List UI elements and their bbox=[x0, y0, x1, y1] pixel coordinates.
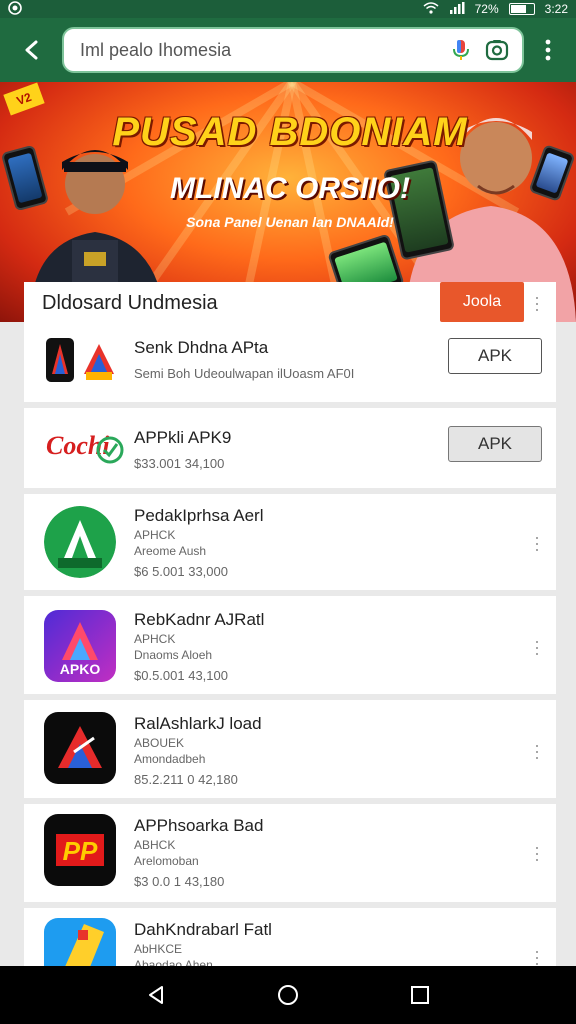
app-sub2: Arelomoban bbox=[134, 854, 199, 868]
apk-button[interactable]: APK bbox=[448, 426, 542, 462]
app-sub: APHCK bbox=[134, 528, 176, 542]
cochi-icon: Cochi bbox=[44, 422, 126, 468]
battery-icon bbox=[508, 3, 535, 15]
header-more-icon[interactable]: · · · bbox=[532, 288, 542, 318]
more-options-icon[interactable]: · · · bbox=[532, 528, 542, 558]
battery-text: 72% bbox=[474, 2, 499, 16]
app-sub2: Areome Aush bbox=[134, 544, 207, 558]
banner-subtitle: MLINAC ORSIIO! bbox=[170, 172, 410, 205]
back-arrow-icon bbox=[25, 40, 38, 60]
list-item[interactable]: Senk Dhdna APta Semi Boh Udeoulwapan ilU… bbox=[24, 324, 556, 402]
black-a-icon bbox=[44, 712, 116, 784]
app-name: APPkli APK9 bbox=[134, 428, 232, 447]
install-button[interactable]: Joola bbox=[440, 282, 524, 322]
app-meta: $0.5.001 43,100 bbox=[134, 668, 228, 683]
app-name: RebKadnr AJRatl bbox=[134, 610, 265, 629]
app-sub2: Dnaoms Aloeh bbox=[134, 648, 213, 662]
app-meta: Semi Boh Udeoulwapan ilUoasm AF0I bbox=[134, 366, 355, 381]
more-options-icon[interactable]: · · · bbox=[532, 736, 542, 766]
bundle-icon bbox=[44, 336, 122, 384]
app-sub2: Amondadbeh bbox=[134, 752, 206, 766]
app-sub2: Abaodao Ahen bbox=[134, 958, 213, 966]
app-name: RalAshlarkJ load bbox=[134, 714, 262, 733]
list-header-card: Dldosard Undmesia Joola · · · bbox=[24, 282, 556, 324]
app-name: Senk Dhdna APta bbox=[134, 338, 269, 357]
svg-text:APKO: APKO bbox=[60, 661, 101, 677]
app-name: PedakIprhsa Aerl bbox=[134, 506, 264, 525]
app-meta: $6 5.001 33,000 bbox=[134, 564, 228, 579]
app-name: DahKndrabarl Fatl bbox=[134, 920, 272, 939]
wifi-icon bbox=[423, 1, 439, 17]
nav-back-icon[interactable] bbox=[136, 975, 176, 1015]
app-meta: 85.2.211 0 42,180 bbox=[134, 772, 238, 787]
apk-button[interactable]: APK bbox=[448, 338, 542, 374]
back-button[interactable] bbox=[10, 27, 56, 73]
list-item[interactable]: PedakIprhsa Aerl APHCK Areome Aush $6 5.… bbox=[24, 494, 556, 590]
app-meta: $3 0.0 1 43,180 bbox=[134, 874, 225, 889]
lens-icon[interactable] bbox=[484, 37, 510, 63]
clock: 3:22 bbox=[544, 2, 568, 16]
svg-text:PP: PP bbox=[63, 836, 98, 866]
yellow-icon bbox=[44, 918, 116, 966]
signal-icon bbox=[449, 1, 465, 17]
more-options-icon[interactable]: · · · bbox=[532, 632, 542, 662]
green-a-icon bbox=[44, 506, 116, 578]
red-p-icon: PP bbox=[44, 814, 116, 886]
list-item[interactable]: DahKndrabarl Fatl AbHKCE Abaodao Ahen · ·… bbox=[24, 908, 556, 966]
app-sub: ABOUEK bbox=[134, 736, 185, 750]
nav-recents-icon[interactable] bbox=[400, 975, 440, 1015]
list-item[interactable]: APKO RebKadnr AJRatl APHCK Dnaoms Aloeh … bbox=[24, 596, 556, 694]
search-input[interactable] bbox=[80, 39, 448, 61]
app-meta: $33.001 34,100 bbox=[134, 456, 225, 471]
list-header-title: Dldosard Undmesia bbox=[42, 292, 218, 314]
toolbar bbox=[0, 18, 576, 82]
whatsapp-icon bbox=[8, 0, 423, 18]
search-box[interactable] bbox=[62, 27, 524, 73]
purple-a-icon: APKO bbox=[44, 610, 116, 682]
nav-home-icon[interactable] bbox=[268, 975, 308, 1015]
mic-icon[interactable] bbox=[448, 37, 474, 63]
navigation-bar bbox=[0, 966, 576, 1024]
banner-badge: V2 bbox=[3, 82, 45, 116]
more-options-icon[interactable]: · · · bbox=[532, 942, 542, 966]
app-sub: ABHCK bbox=[134, 838, 176, 852]
app-sub: AbHKCE bbox=[134, 942, 183, 956]
app-name: APPhsoarka Bad bbox=[134, 816, 264, 835]
list-item[interactable]: RalAshlarkJ load ABOUEK Amondadbeh 85.2.… bbox=[24, 700, 556, 798]
banner-title: PUSAD BDONIAM bbox=[112, 110, 468, 154]
list-item[interactable]: PP APPhsoarka Bad ABHCK Arelomoban $3 0.… bbox=[24, 804, 556, 902]
banner-tagline: Sona Panel Uenan lan DNAAld! bbox=[186, 214, 394, 230]
app-sub: APHCK bbox=[134, 632, 176, 646]
more-vertical-icon[interactable] bbox=[530, 27, 566, 73]
more-options-icon[interactable]: · · · bbox=[532, 838, 542, 868]
list-item[interactable]: Cochi APPkli APK9 $33.001 34,100 APK bbox=[24, 408, 556, 488]
status-bar: 72% 3:22 bbox=[0, 0, 576, 18]
